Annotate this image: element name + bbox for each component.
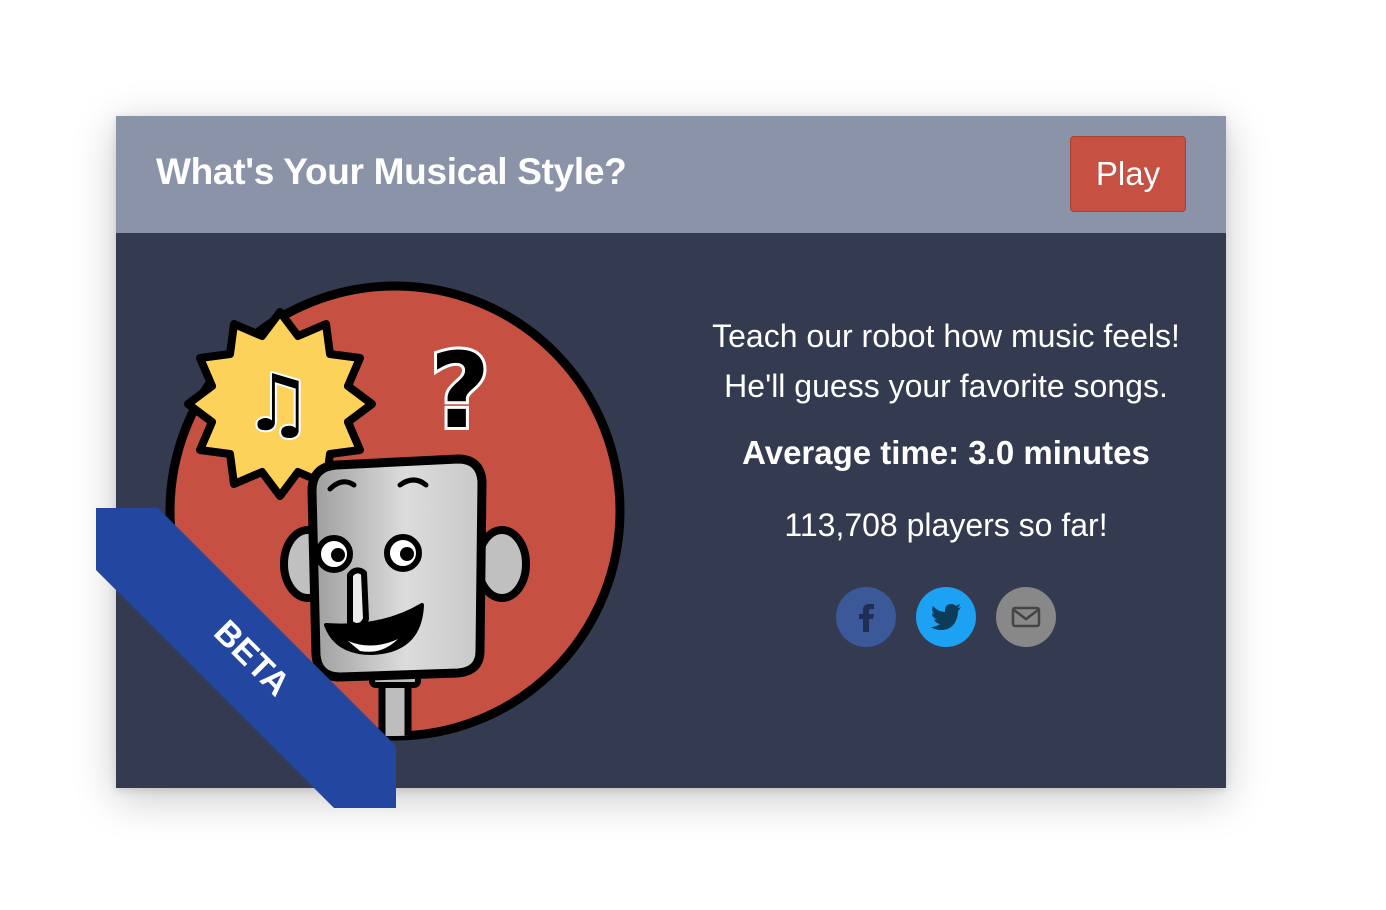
beta-ribbon: BETA: [96, 508, 396, 808]
players-count: 113,708 players so far!: [784, 507, 1108, 543]
question-mark-icon: ?: [430, 330, 490, 452]
music-note-icon: ♫: [243, 359, 313, 449]
average-time: Average time: 3.0 minutes: [742, 434, 1150, 471]
page: What's Your Musical Style? Play ♫ ? BETA…: [0, 0, 1386, 910]
share-facebook-button[interactable]: [836, 587, 896, 647]
facebook-icon: [859, 604, 874, 632]
quiz-description: Teach our robot how music feels! He'll g…: [712, 318, 1180, 404]
share-email-button[interactable]: [996, 587, 1056, 647]
quiz-info: Teach our robot how music feels! He'll g…: [696, 311, 1196, 647]
card-title: What's Your Musical Style?: [156, 151, 627, 192]
share-twitter-button[interactable]: [916, 587, 976, 647]
email-icon: [1011, 606, 1041, 628]
quiz-card: What's Your Musical Style? Play ♫ ? BETA…: [96, 116, 1226, 808]
share-buttons: [696, 587, 1196, 647]
play-button[interactable]: Play: [1070, 136, 1186, 212]
twitter-icon: [931, 604, 961, 630]
card-header: What's Your Musical Style? Play: [116, 116, 1226, 233]
